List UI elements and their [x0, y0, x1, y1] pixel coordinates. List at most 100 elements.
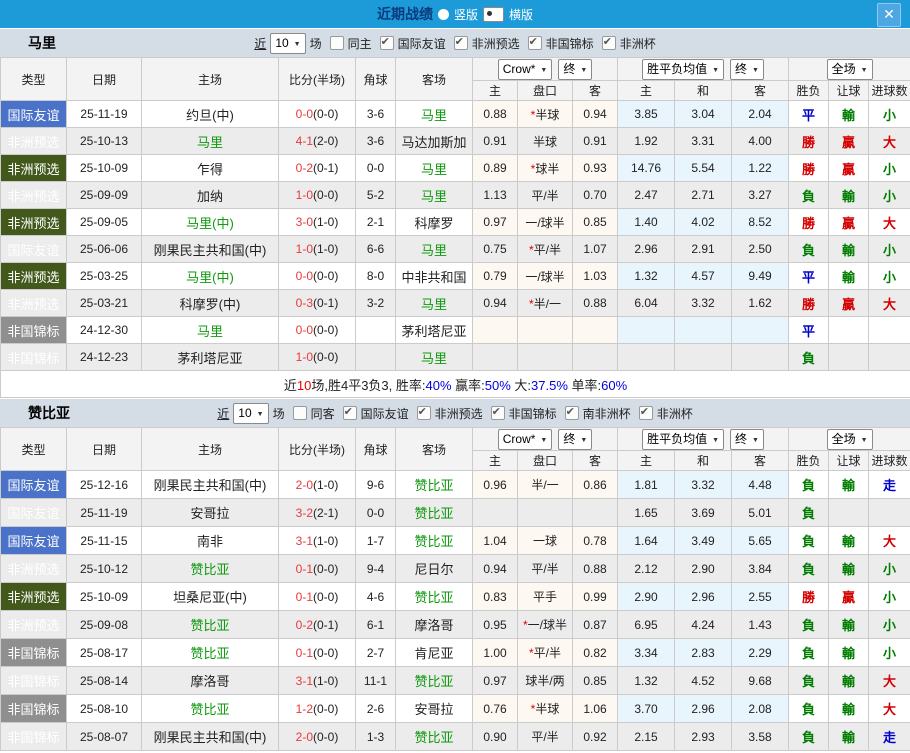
avg-away-value: 4.48 [748, 478, 771, 492]
result-goals-cell: 大 [869, 290, 910, 317]
avg-select[interactable]: 胜平负均值 [642, 59, 724, 80]
layout-radio-vertical-label[interactable]: 竖版 [454, 6, 478, 23]
avg-away-cell: 1.43 [732, 611, 789, 639]
handicap-cell [518, 317, 573, 344]
result-goals: 大 [883, 297, 896, 312]
competition-checkbox[interactable] [565, 406, 579, 420]
away-odds-cell: 0.99 [573, 583, 618, 611]
result-wdl-cell: 平 [789, 101, 829, 128]
competition-checkbox[interactable] [380, 36, 394, 50]
avg-select[interactable]: 胜平负均值 [642, 429, 724, 450]
layout-radio-vertical[interactable] [438, 9, 449, 20]
col-avg-draw: 和 [675, 451, 732, 471]
match-date-cell: 24-12-30 [67, 317, 142, 344]
away-team-cell: 赞比亚 [396, 723, 473, 751]
result-handicap: 輸 [842, 270, 855, 285]
result-handicap: 輸 [842, 243, 855, 258]
away-team-cell: 中非共和国 [396, 263, 473, 290]
result-wdl: 平 [802, 108, 815, 123]
score-cell: 0-0(0-0) [279, 101, 356, 128]
competition-checkbox[interactable] [417, 406, 431, 420]
competition-checkbox[interactable] [454, 36, 468, 50]
home-team-cell: 摩洛哥 [142, 667, 279, 695]
competition-type-badge: 国际友谊 [1, 236, 67, 263]
competition-type-label: 非国锦标 [7, 730, 59, 745]
match-date-cell: 25-06-06 [67, 236, 142, 263]
col-corner: 角球 [356, 428, 396, 471]
result-handicap-cell: 輸 [829, 471, 869, 499]
same-venue-checkbox[interactable] [330, 36, 344, 50]
avg-draw-cell: 4.57 [675, 263, 732, 290]
avg-stage-select[interactable]: 终 [730, 59, 764, 80]
competition-checkbox[interactable] [639, 406, 653, 420]
col-away: 客场 [396, 58, 473, 101]
result-wdl-cell: 負 [789, 723, 829, 751]
chevron-down-icon [712, 431, 719, 448]
home-team-cell: 刚果民主共和国(中) [142, 723, 279, 751]
away-team-name: 尼日尔 [414, 562, 453, 577]
avg-draw-cell: 4.02 [675, 209, 732, 236]
competition-type-badge: 非国锦标 [1, 667, 67, 695]
away-team-name: 马达加斯加 [401, 135, 466, 150]
fulltime-score: 0-0 [296, 107, 313, 121]
bookmaker-select[interactable]: Crow* [498, 59, 553, 80]
fulltime-select[interactable]: 全场 [827, 59, 873, 80]
away-odds-cell: 1.07 [573, 236, 618, 263]
summary-text: 场,胜4平3负3, 胜率: [311, 378, 425, 393]
avg-away-value: 2.04 [748, 107, 771, 121]
match-count-select[interactable]: 10 [233, 403, 268, 424]
result-wdl-cell: 負 [789, 182, 829, 209]
competition-checkbox[interactable] [343, 406, 357, 420]
chevron-down-icon [712, 61, 719, 78]
col-corner: 角球 [356, 58, 396, 101]
handicap-cell: 球半/两 [518, 667, 573, 695]
handicap-line: 一/球半 [525, 216, 564, 230]
home-odds-cell: 1.04 [473, 527, 518, 555]
away-team-cell: 安哥拉 [396, 695, 473, 723]
fulltime-select[interactable]: 全场 [827, 429, 873, 450]
avg-home-cell: 6.04 [618, 290, 675, 317]
matches-table: 类型 日期 主场 比分(半场) 角球 客场 Crow* 终 胜平负均值 终 [0, 427, 910, 751]
score-cell: 0-0(0-0) [279, 263, 356, 290]
odds-stage-select[interactable]: 终 [558, 59, 592, 80]
match-date: 24-12-30 [80, 323, 128, 337]
avg-away-cell: 9.68 [732, 667, 789, 695]
competition-checkbox[interactable] [491, 406, 505, 420]
match-row: 非国锦标24-12-23茅利塔尼亚1-0(0-0)马里負 [1, 344, 910, 371]
bookmaker-select[interactable]: Crow* [498, 429, 553, 450]
col-result-goals: 进球数 [869, 451, 910, 471]
home-odds-cell: 0.90 [473, 723, 518, 751]
competition-checkbox[interactable] [602, 36, 616, 50]
col-odds-home: 主 [473, 451, 518, 471]
same-venue-checkbox[interactable] [293, 406, 307, 420]
fulltime-score: 3-1 [296, 534, 313, 548]
avg-draw-cell: 2.71 [675, 182, 732, 209]
match-count-select[interactable]: 10 [270, 33, 305, 54]
result-wdl: 勝 [802, 297, 815, 312]
home-odds-value: 0.76 [483, 702, 506, 716]
bookmaker-select-value: Crow* [503, 62, 536, 76]
home-odds-cell: 0.75 [473, 236, 518, 263]
away-team-cell: 马里 [396, 101, 473, 128]
odds-stage-value: 终 [563, 432, 575, 446]
away-odds-cell: 0.78 [573, 527, 618, 555]
close-button[interactable] [877, 3, 901, 27]
result-handicap-cell [829, 344, 869, 371]
col-away: 客场 [396, 428, 473, 471]
competition-checkbox[interactable] [528, 36, 542, 50]
same-venue-label: 同主 [348, 35, 372, 52]
result-wdl-cell: 負 [789, 527, 829, 555]
halftime-score: (0-1) [313, 161, 338, 175]
halftime-score: (0-0) [313, 590, 338, 604]
avg-home-value: 1.92 [634, 134, 657, 148]
avg-draw-cell: 2.90 [675, 555, 732, 583]
matches-table: 类型 日期 主场 比分(半场) 角球 客场 Crow* 终 胜平负均值 终 [0, 57, 910, 398]
avg-home-value: 2.12 [634, 562, 657, 576]
handicap-cell: *平/半 [518, 236, 573, 263]
avg-stage-select[interactable]: 终 [730, 429, 764, 450]
layout-radio-horizontal[interactable] [483, 7, 504, 22]
odds-stage-select[interactable]: 终 [558, 429, 592, 450]
home-team-name: 马里(中) [186, 216, 234, 231]
result-handicap-cell: 輸 [829, 263, 869, 290]
layout-radio-horizontal-label[interactable]: 横版 [509, 6, 533, 23]
